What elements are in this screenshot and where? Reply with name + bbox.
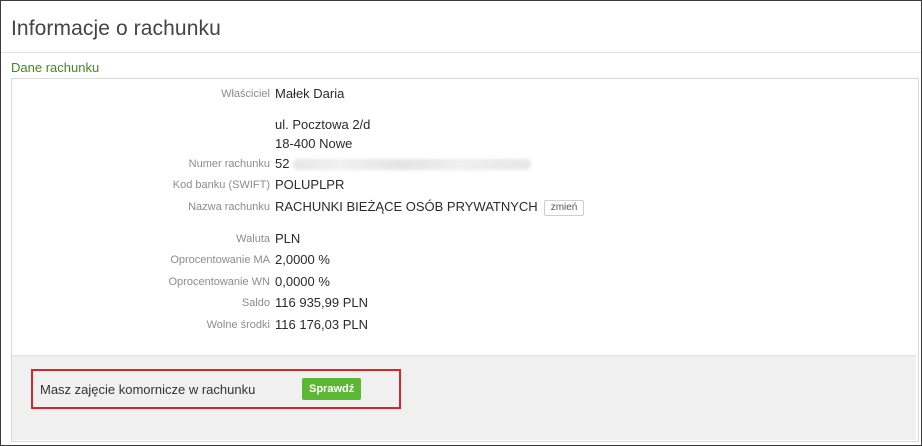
account-name-label: Nazwa rachunku: [188, 201, 270, 213]
check-button[interactable]: Sprawdź: [302, 378, 362, 400]
page-title: Informacje o rachunku: [11, 17, 221, 40]
title-divider: [1, 52, 921, 53]
seizure-notice-text: Masz zajęcie komornicze w rachunku: [40, 382, 256, 397]
detail-row-interest-wn: Oprocentowanie WN 0,0000 %: [12, 273, 918, 293]
section-title: Dane rachunku: [11, 60, 100, 75]
account-number-label: Numer rachunku: [188, 158, 270, 170]
address-line1: ul. Pocztowa 2/d: [275, 117, 371, 132]
detail-row-account-name: Nazwa rachunku RACHUNKI BIEŻĄCE OSÓB PRY…: [12, 198, 918, 218]
owner-label: Właściciel: [221, 88, 270, 100]
currency-value: PLN: [275, 231, 301, 246]
account-info-window: Informacje o rachunku Dane rachunku Właś…: [0, 0, 922, 446]
account-name-value: RACHUNKI BIEŻĄCE OSÓB PRYWATNYCH: [275, 199, 538, 214]
interest-wn-label: Oprocentowanie WN: [168, 276, 271, 288]
detail-row-balance: Saldo 116 935,99 PLN: [12, 294, 918, 314]
available-funds-value: 116 176,03 PLN: [275, 317, 368, 332]
interest-ma-label: Oprocentowanie MA: [170, 254, 270, 266]
available-funds-label: Wolne środki: [206, 319, 270, 331]
account-number-value: 52: [275, 156, 290, 171]
detail-row-available-funds: Wolne środki 116 176,03 PLN: [12, 316, 918, 336]
detail-row-address-line2: 18-400 Nowe: [12, 135, 918, 155]
change-name-button[interactable]: zmień: [543, 199, 585, 216]
address-line2: 18-400 Nowe: [275, 136, 353, 151]
swift-label: Kod banku (SWIFT): [172, 179, 270, 191]
owner-value: Małek Daria: [275, 86, 345, 101]
account-name-value-wrap: RACHUNKI BIEŻĄCE OSÓB PRYWATNYCH zmień: [275, 199, 585, 216]
detail-row-address-line1: ul. Pocztowa 2/d: [12, 116, 918, 136]
currency-label: Waluta: [236, 233, 270, 245]
detail-row-interest-ma: Oprocentowanie MA 2,0000 %: [12, 251, 918, 271]
account-number-value-wrap: 52: [275, 156, 532, 171]
detail-row-owner: Właściciel Małek Daria: [12, 85, 918, 105]
detail-row-account-number: Numer rachunku 52: [12, 155, 918, 175]
interest-ma-value: 2,0000 %: [275, 252, 330, 267]
account-number-redacted: [293, 159, 532, 171]
detail-row-currency: Waluta PLN: [12, 230, 918, 250]
swift-value: POLUPLPR: [275, 177, 345, 192]
interest-wn-value: 0,0000 %: [275, 274, 330, 289]
balance-label: Saldo: [241, 297, 270, 309]
detail-row-swift: Kod banku (SWIFT) POLUPLPR: [12, 176, 918, 196]
balance-value: 116 935,99 PLN: [275, 295, 368, 310]
